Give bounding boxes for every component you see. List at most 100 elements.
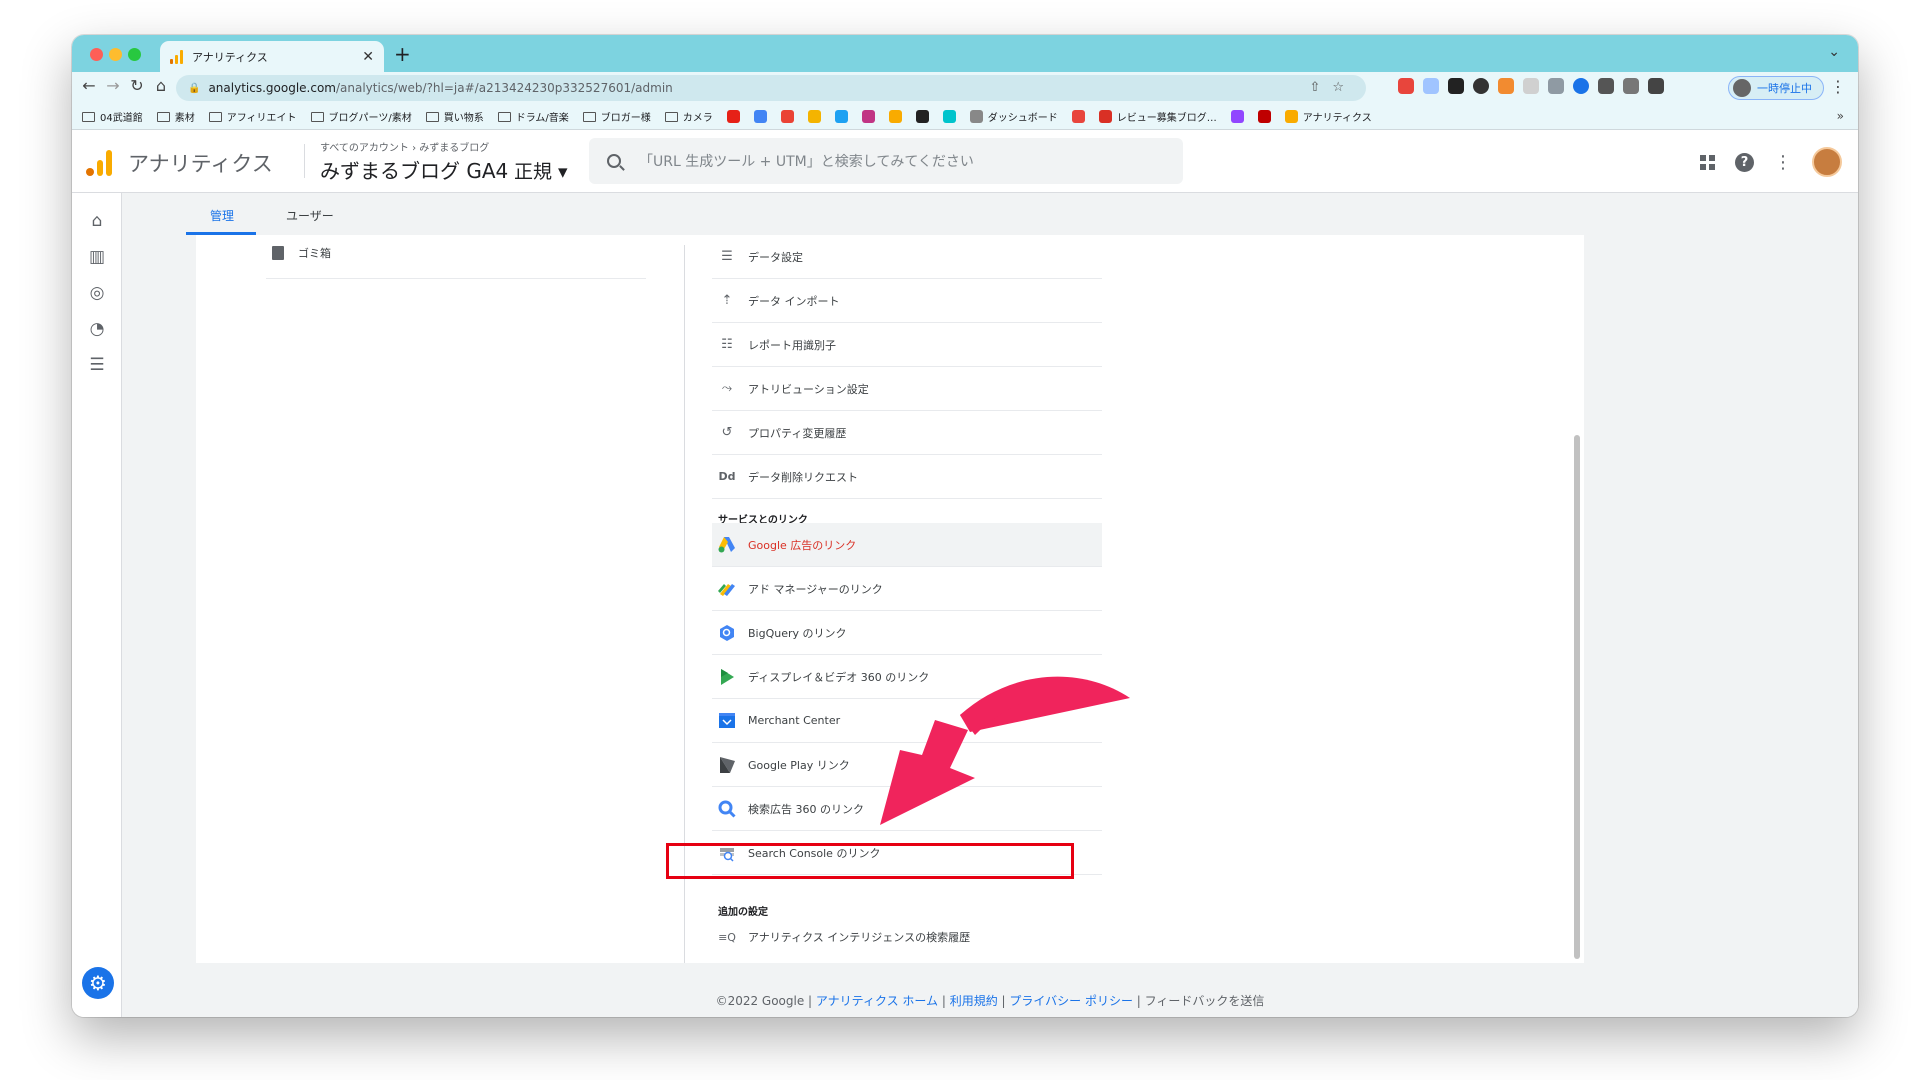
profile-button[interactable]: 一時停止中 (1728, 76, 1824, 100)
menu-item-google-ads-links[interactable]: Google 広告のリンク (712, 523, 1102, 567)
search-placeholder: 「URL 生成ツール + UTM」と検索してみてください (639, 154, 974, 170)
chrome-menu-icon[interactable]: ⋮ (1830, 77, 1846, 96)
menu-item-reporting-identity[interactable]: ☷ レポート用識別子 (712, 323, 1102, 367)
more-vert-icon[interactable]: ⋮ (1774, 152, 1792, 173)
bookmark-icon[interactable] (861, 110, 875, 123)
menu-item-intelligence-history[interactable]: ≡Q アナリティクス インテリジェンスの検索履歴 (712, 915, 1102, 959)
apps-grid-icon[interactable] (1700, 154, 1715, 170)
extension-icon[interactable] (1548, 78, 1564, 94)
menu-item-attribution[interactable]: ⤳ アトリビューション設定 (712, 367, 1102, 411)
menu-item-bigquery-links[interactable]: BigQuery のリンク (712, 611, 1102, 655)
close-window-button[interactable] (90, 48, 103, 61)
admin-gear-icon[interactable]: ⚙ (82, 967, 114, 999)
google-ads-icon (718, 536, 736, 554)
bookmark-icon[interactable] (807, 110, 821, 123)
user-avatar[interactable] (1812, 147, 1842, 177)
advertising-nav-icon[interactable]: ◔ (87, 319, 107, 339)
share-star-icons[interactable]: ⇧☆ (1309, 80, 1356, 95)
explore-nav-icon[interactable]: ◎ (87, 283, 107, 303)
bookmark-icon[interactable] (753, 110, 767, 123)
help-icon[interactable]: ? (1735, 152, 1754, 172)
bookmark-icon[interactable] (942, 110, 956, 123)
bookmark-icon[interactable] (1257, 110, 1271, 123)
account-breadcrumb[interactable]: すべてのアカウント › みずまるブログ (320, 139, 489, 154)
configure-nav-icon[interactable]: ☰ (87, 355, 107, 375)
menu-item-ad-manager-links[interactable]: アド マネージャーのリンク (712, 567, 1102, 611)
menu-item-data-import[interactable]: ⇡ データ インポート (712, 279, 1102, 323)
browser-tab[interactable]: アナリティクス ✕ (160, 41, 384, 72)
extension-icon[interactable] (1523, 78, 1539, 94)
bookmark-folder[interactable]: ブロガー様 (582, 109, 651, 124)
footer-link-privacy[interactable]: プライバシー ポリシー (1009, 994, 1133, 1008)
footer-link-home[interactable]: アナリティクス ホーム (816, 994, 938, 1008)
search-ads-360-icon (718, 800, 736, 818)
bookmark-folder[interactable]: 素材 (156, 109, 195, 124)
property-selector[interactable]: 正規 ▾ (514, 157, 568, 184)
reports-nav-icon[interactable]: ▥ (87, 247, 107, 267)
bookmark-folder[interactable]: ブログパーツ/素材 (310, 109, 412, 124)
url-host: analytics.google.com (208, 81, 336, 95)
extension-icon[interactable] (1573, 78, 1589, 94)
footer-feedback[interactable]: フィードバックを送信 (1145, 994, 1265, 1008)
menu-item-data-deletion[interactable]: Dd データ削除リクエスト (712, 455, 1102, 499)
extension-icon[interactable] (1448, 78, 1464, 94)
tab-close-icon[interactable]: ✕ (362, 49, 374, 65)
extension-icon[interactable] (1398, 78, 1414, 94)
footer-link-terms[interactable]: 利用規約 (950, 994, 998, 1008)
bookmark-icon[interactable] (1071, 110, 1085, 123)
tab-strip: アナリティクス ✕ + ⌄ (72, 35, 1858, 72)
account-name[interactable]: みずまるブログ GA4 (320, 155, 508, 184)
search-box[interactable]: 「URL 生成ツール + UTM」と検索してみてください (589, 138, 1183, 184)
new-tab-button[interactable]: + (394, 42, 411, 66)
bookmarks-overflow[interactable]: » (1837, 109, 1844, 123)
menu-item-data-settings[interactable]: ☰ データ設定 (712, 235, 1102, 279)
bookmark-folder[interactable]: アフィリエイト (208, 109, 297, 124)
bookmark-icon[interactable] (780, 110, 794, 123)
reload-icon[interactable]: ↻ (126, 76, 148, 95)
extension-icon[interactable] (1498, 78, 1514, 94)
extension-icon[interactable] (1423, 78, 1439, 94)
bookmark-folder[interactable]: ドラム/音楽 (497, 109, 569, 124)
bigquery-icon (718, 624, 736, 642)
bookmark-icon[interactable] (915, 110, 929, 123)
history-icon: ↺ (721, 425, 733, 440)
sidepanel-icon[interactable] (1648, 78, 1664, 94)
bookmark-review[interactable]: レビュー募集ブログ… (1098, 109, 1217, 124)
puzzle-icon[interactable] (1598, 78, 1614, 94)
forward-icon[interactable]: → (102, 76, 124, 95)
bookmark-folder[interactable]: 04武道館 (82, 109, 143, 124)
profile-status: 一時停止中 (1757, 82, 1812, 95)
trash-item[interactable]: ゴミ箱 (266, 245, 646, 279)
database-icon: ☰ (721, 249, 733, 264)
bookmark-folder[interactable]: 買い物系 (425, 109, 484, 124)
address-bar[interactable]: 🔒 analytics.google.com /analytics/web/?h… (176, 75, 1366, 101)
tab-admin[interactable]: 管理 (210, 207, 234, 224)
tab-user[interactable]: ユーザー (286, 207, 334, 224)
copyright: ©2022 Google | (715, 994, 816, 1008)
reading-list-icon[interactable] (1623, 78, 1639, 94)
home-icon[interactable]: ⌂ (150, 76, 172, 95)
data-delete-icon: Dd (718, 470, 736, 483)
back-icon[interactable]: ← (78, 76, 100, 95)
scrollbar[interactable] (1574, 435, 1580, 959)
analytics-favicon-icon (170, 49, 184, 64)
bookmark-icon[interactable] (1230, 110, 1244, 123)
annotation-arrow-icon (880, 676, 1130, 825)
bookmark-folder[interactable]: カメラ (664, 109, 713, 124)
home-nav-icon[interactable]: ⌂ (87, 211, 107, 231)
menu-item-change-history[interactable]: ↺ プロパティ変更履歴 (712, 411, 1102, 455)
minimize-window-button[interactable] (109, 48, 122, 61)
attribution-icon: ⤳ (721, 381, 733, 396)
tab-title: アナリティクス (192, 50, 268, 64)
dv360-icon (718, 668, 736, 686)
bookmark-dashboard[interactable]: ダッシュボード (969, 109, 1058, 124)
bookmark-icon[interactable] (834, 110, 848, 123)
tab-search-chevron-icon[interactable]: ⌄ (1828, 44, 1840, 60)
maximize-window-button[interactable] (128, 48, 141, 61)
bookmark-icon[interactable] (726, 110, 740, 123)
bookmark-icon[interactable] (888, 110, 902, 123)
analytics-logo-icon[interactable] (86, 150, 112, 176)
extension-icon[interactable] (1473, 78, 1489, 94)
bookmark-analytics[interactable]: アナリティクス (1284, 109, 1372, 124)
url-path: /analytics/web/?hl=ja#/a213424230p332527… (335, 81, 673, 95)
